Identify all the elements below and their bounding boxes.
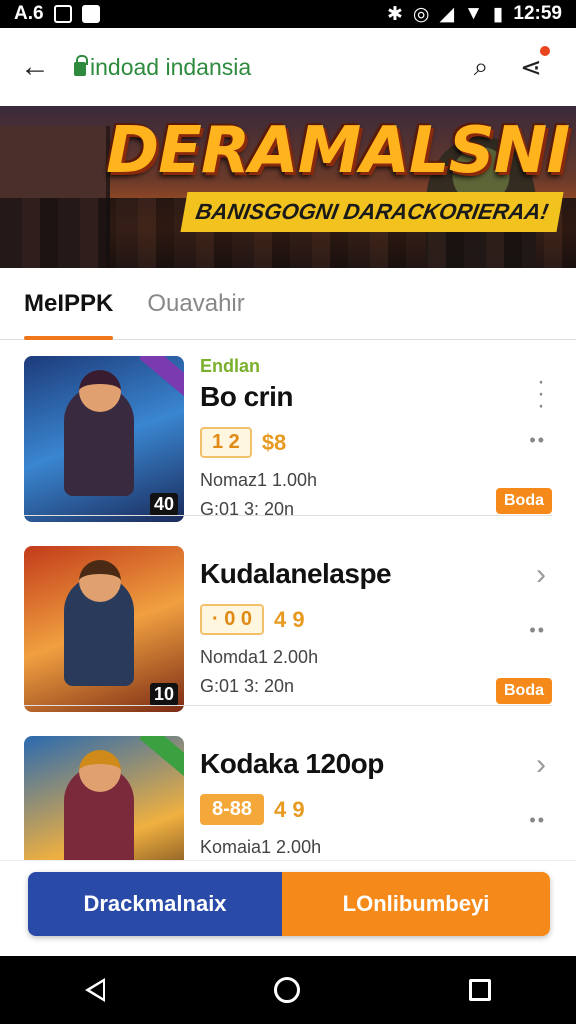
divider [24,515,552,516]
app-bar: ← indoad indansia ⌕ ⋖ [0,28,576,106]
url-text: indoad indansia [90,53,252,80]
square-icon [53,5,72,23]
wifi-icon: ▼ [464,3,483,24]
clock: 12:59 [513,3,562,24]
more-horiz-icon[interactable]: •• [529,810,546,831]
game-thumbnail[interactable]: 10 [24,546,184,712]
status-badge[interactable]: Boda [496,488,552,514]
status-badge[interactable]: Boda [496,678,552,704]
status-bar: A.6 ✱ ◎ ◢ ▼ ▮ 12:59 [0,0,576,28]
nav-home-icon[interactable] [273,977,300,1003]
action-buttons: Drackmalnaix LOnlibumbeyi [28,872,550,936]
item-name[interactable]: Kudalanelaspe [200,558,510,590]
alarm-icon: ◎ [412,3,430,25]
game-thumbnail[interactable] [24,736,184,860]
item-stats: · 0 0 4 9 [200,604,510,635]
price-text: $8 [261,429,287,455]
tab-second[interactable]: Ouavahir [147,268,244,340]
more-horiz-icon[interactable]: •• [529,430,546,451]
banner-title: DERAMALSNI [106,114,570,188]
notification-dot [540,45,550,56]
system-nav-bar [0,956,576,1024]
thumbnail-badge: 40 [149,493,178,516]
chevron-right-icon[interactable]: › [536,558,546,592]
item-detail-line-2: G:01 3: 20n [200,676,295,696]
battery-icon: ▮ [492,3,504,25]
character-head-art [79,370,121,412]
item-name[interactable]: Bo crin [200,381,510,413]
share-icon[interactable]: ⋖ [506,45,556,83]
item-tag: Endlan [200,356,261,376]
item-info: Kodaka 120op 8-88 4 9 Komaia1 2.00h [200,736,510,858]
thumbnail-badge: 10 [149,683,178,706]
item-detail-line-1: Komaia1 2.00h [200,837,322,857]
nav-recents-icon[interactable] [469,979,492,1001]
price-text: 4 9 [274,606,305,632]
bluetooth-icon: ✱ [386,3,403,25]
banner-subtitle: BANISGOGNI DARACKORIERAA! [180,192,564,232]
image-icon [81,5,100,23]
item-stats: 8-88 4 9 [200,794,510,825]
rating-badge: · 0 0 [200,604,265,635]
rating-badge: 1 2 [200,427,252,458]
item-detail-line-1: Nomaz1 1.00h [200,470,318,490]
more-horiz-icon[interactable]: •• [529,620,546,641]
tab-first[interactable]: MeIPPK [24,268,114,340]
item-detail-line-1: Nomda1 2.00h [200,647,319,667]
status-text: A.6 [14,3,44,24]
divider [24,705,552,706]
nav-back-icon[interactable] [84,978,105,1002]
url-bar[interactable]: indoad indansia [74,54,456,81]
secondary-action-button[interactable]: LOnlibumbeyi [282,872,550,936]
signal-icon: ◢ [439,3,455,25]
item-detail-line-2: G:01 3: 20n [200,499,295,519]
more-vert-icon[interactable]: · · · [536,370,546,418]
promo-banner[interactable]: DERAMALSNI BANISGOGNI DARACKORIERAA! [0,106,576,268]
list-item[interactable]: Kodaka 120op 8-88 4 9 Komaia1 2.00h › •• [0,720,576,860]
chevron-right-icon[interactable]: › [536,748,546,782]
lock-icon [74,55,88,76]
price-text: 4 9 [274,796,305,822]
character-head-art [79,750,121,792]
thumbnail-ribbon [139,356,184,398]
character-head-art [79,560,121,602]
list-item[interactable]: 10 Kudalanelaspe · 0 0 4 9 Nomda1 2.00h … [0,530,576,712]
item-info: Endlan Bo crin 1 2 $8 Nomaz1 1.00h G:01 … [200,356,510,520]
thumbnail-ribbon [139,736,184,778]
item-stats: 1 2 $8 [200,427,510,458]
list-item[interactable]: 40 Endlan Bo crin 1 2 $8 Nomaz1 1.00h G:… [0,340,576,522]
primary-action-button[interactable]: Drackmalnaix [28,872,282,936]
rating-badge: 8-88 [200,794,265,825]
back-arrow-icon[interactable]: ← [20,50,60,84]
item-info: Kudalanelaspe · 0 0 4 9 Nomda1 2.00h G:0… [200,546,510,697]
item-name[interactable]: Kodaka 120op [200,748,510,780]
game-list: 40 Endlan Bo crin 1 2 $8 Nomaz1 1.00h G:… [0,340,576,860]
game-thumbnail[interactable]: 40 [24,356,184,522]
search-icon[interactable]: ⌕ [456,51,506,83]
tab-bar: MeIPPK Ouavahir [0,268,576,340]
